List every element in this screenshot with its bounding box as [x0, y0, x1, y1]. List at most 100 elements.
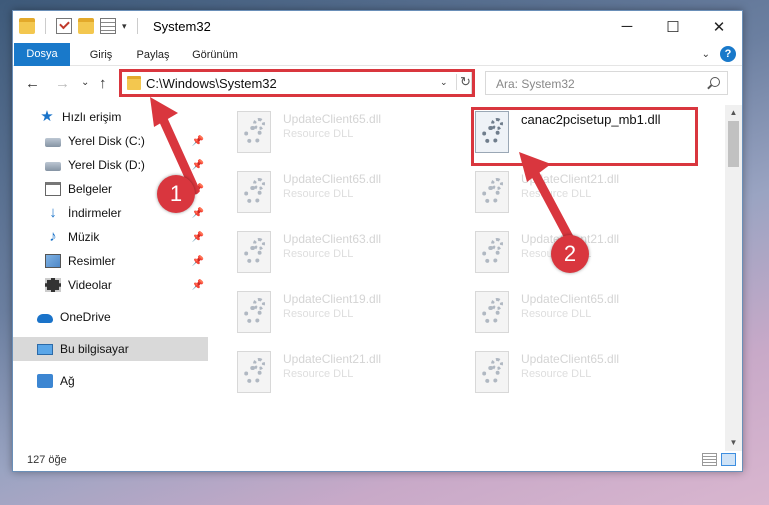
tab-view[interactable]: Görünüm [189, 45, 241, 66]
sidebar-item-videos[interactable]: Videolar 📌 [13, 273, 208, 297]
maximize-button[interactable]: ☐ [650, 11, 696, 42]
star-icon: ★ [40, 108, 54, 125]
window-controls: ─ ☐ ✕ [604, 11, 742, 42]
file-name: UpdateClient21.dll [283, 352, 382, 366]
sidebar-item-onedrive[interactable]: OneDrive [13, 305, 208, 329]
sidebar-item-label: Videolar [68, 278, 112, 292]
pin-icon[interactable]: 📌 [192, 280, 204, 291]
close-button[interactable]: ✕ [696, 11, 742, 42]
step-2-badge: 2 [551, 235, 589, 273]
sidebar-item-this-pc[interactable]: Bu bilgisayar [13, 337, 208, 361]
gear-icon [253, 178, 265, 190]
tab-file[interactable]: Dosya [14, 43, 70, 66]
dll-file-icon [237, 291, 271, 333]
help-icon[interactable]: ? [720, 46, 736, 62]
file-item[interactable]: UpdateClient65.dll Resource DLL [211, 105, 435, 155]
toolbar-separator [45, 18, 46, 34]
window-title: System32 [153, 19, 211, 34]
back-button[interactable]: ← [25, 75, 40, 92]
large-icons-view-icon[interactable] [721, 453, 736, 466]
step-1-badge: 1 [157, 175, 195, 213]
sidebar-item-label: Ağ [60, 374, 75, 388]
file-type: Resource DLL [283, 248, 354, 260]
file-type: Resource DLL [283, 308, 354, 320]
recent-locations-dropdown[interactable]: ⌄ [81, 77, 89, 88]
folder-icon[interactable] [19, 18, 35, 34]
dll-file-icon [237, 351, 271, 393]
file-type: Resource DLL [283, 368, 354, 380]
download-icon: ↓ [49, 204, 57, 221]
title-bar: ▾ System32 ─ ☐ ✕ [13, 11, 742, 43]
tab-share[interactable]: Paylaş [131, 45, 175, 66]
gear-icon [253, 358, 265, 370]
search-box[interactable]: Ara: System32 [485, 71, 728, 95]
sidebar-item-music[interactable]: ♪ Müzik 📌 [13, 225, 208, 249]
file-item[interactable]: UpdateClient21.dll Resource DLL [211, 345, 435, 395]
sidebar-item-label: Yerel Disk (C:) [68, 134, 145, 148]
ribbon-right: ⌄ ? [702, 46, 736, 62]
gear-icon [253, 238, 265, 250]
file-type: Resource DLL [521, 308, 592, 320]
properties-check-icon[interactable] [56, 18, 72, 34]
gear-icon [253, 118, 265, 130]
dll-file-icon [475, 351, 509, 393]
forward-button[interactable]: → [55, 75, 70, 92]
music-icon: ♪ [49, 228, 57, 245]
minimize-button[interactable]: ─ [604, 11, 650, 42]
customize-toolbar-dropdown[interactable]: ▾ [122, 21, 127, 32]
gear-icon [491, 238, 503, 250]
collapse-ribbon-icon[interactable]: ⌄ [702, 49, 710, 60]
up-button[interactable]: ↑ [99, 75, 107, 92]
file-name: UpdateClient65.dll [283, 112, 382, 126]
video-icon [45, 278, 61, 292]
pin-icon[interactable]: 📌 [192, 208, 204, 219]
search-icon[interactable] [710, 77, 720, 87]
new-folder-icon[interactable] [78, 18, 94, 34]
sidebar-item-label: Bu bilgisayar [60, 342, 129, 356]
sidebar-item-label: Resimler [68, 254, 116, 268]
arrow-shaft [528, 165, 578, 250]
file-item[interactable]: UpdateClient65.dll Resource DLL [211, 165, 435, 215]
pin-icon[interactable]: 📌 [192, 256, 204, 267]
ribbon-tabs: Dosya Giriş Paylaş Görünüm ⌄ ? [13, 43, 742, 66]
search-placeholder[interactable]: Ara: System32 [496, 77, 575, 91]
pin-icon[interactable]: 📌 [192, 232, 204, 243]
dll-file-icon [237, 171, 271, 213]
file-name: UpdateClient19.dll [283, 292, 382, 306]
dll-file-icon [475, 171, 509, 213]
vertical-scrollbar[interactable]: ▲ ▼ [725, 105, 742, 451]
navigation-bar: ← → ⌄ ↑ C:\Windows\System32 ⌄ ↻ Ara: Sys… [13, 67, 742, 101]
file-name: UpdateClient63.dll [283, 232, 382, 246]
gear-icon [491, 358, 503, 370]
details-view-icon[interactable] [702, 453, 717, 466]
drive-icon [45, 162, 61, 171]
dll-file-icon [475, 291, 509, 333]
sidebar-item-network[interactable]: Ağ [13, 369, 208, 393]
file-explorer-window: ▾ System32 ─ ☐ ✕ Dosya Giriş Paylaş Görü… [12, 10, 743, 472]
sidebar-item-label: Belgeler [68, 182, 113, 196]
file-name: UpdateClient65.dll [521, 292, 620, 306]
file-item[interactable]: UpdateClient19.dll Resource DLL [211, 285, 435, 335]
view-properties-icon[interactable] [100, 18, 116, 34]
file-type: Resource DLL [283, 188, 354, 200]
sidebar-item-pictures[interactable]: Resimler 📌 [13, 249, 208, 273]
drive-icon [45, 138, 61, 147]
file-name: UpdateClient65.dll [283, 172, 382, 186]
documents-icon [45, 182, 61, 196]
sidebar-item-label: İndirmeler [68, 206, 122, 220]
cloud-icon [37, 314, 53, 323]
tab-home[interactable]: Giriş [83, 45, 119, 66]
file-name: UpdateClient65.dll [521, 352, 620, 366]
file-item[interactable]: UpdateClient65.dll Resource DLL [449, 285, 673, 335]
view-toggle [702, 453, 736, 466]
sidebar-item-label: Hızlı erişim [62, 110, 122, 124]
scroll-thumb[interactable] [728, 121, 739, 167]
scroll-up-button[interactable]: ▲ [725, 105, 742, 121]
computer-icon [37, 343, 53, 355]
file-type: Resource DLL [283, 128, 354, 140]
file-item[interactable]: UpdateClient65.dll Resource DLL [449, 345, 673, 395]
gear-icon [491, 298, 503, 310]
item-count: 127 öğe [27, 454, 67, 466]
title-separator [136, 18, 138, 34]
file-item[interactable]: UpdateClient63.dll Resource DLL [211, 225, 435, 275]
